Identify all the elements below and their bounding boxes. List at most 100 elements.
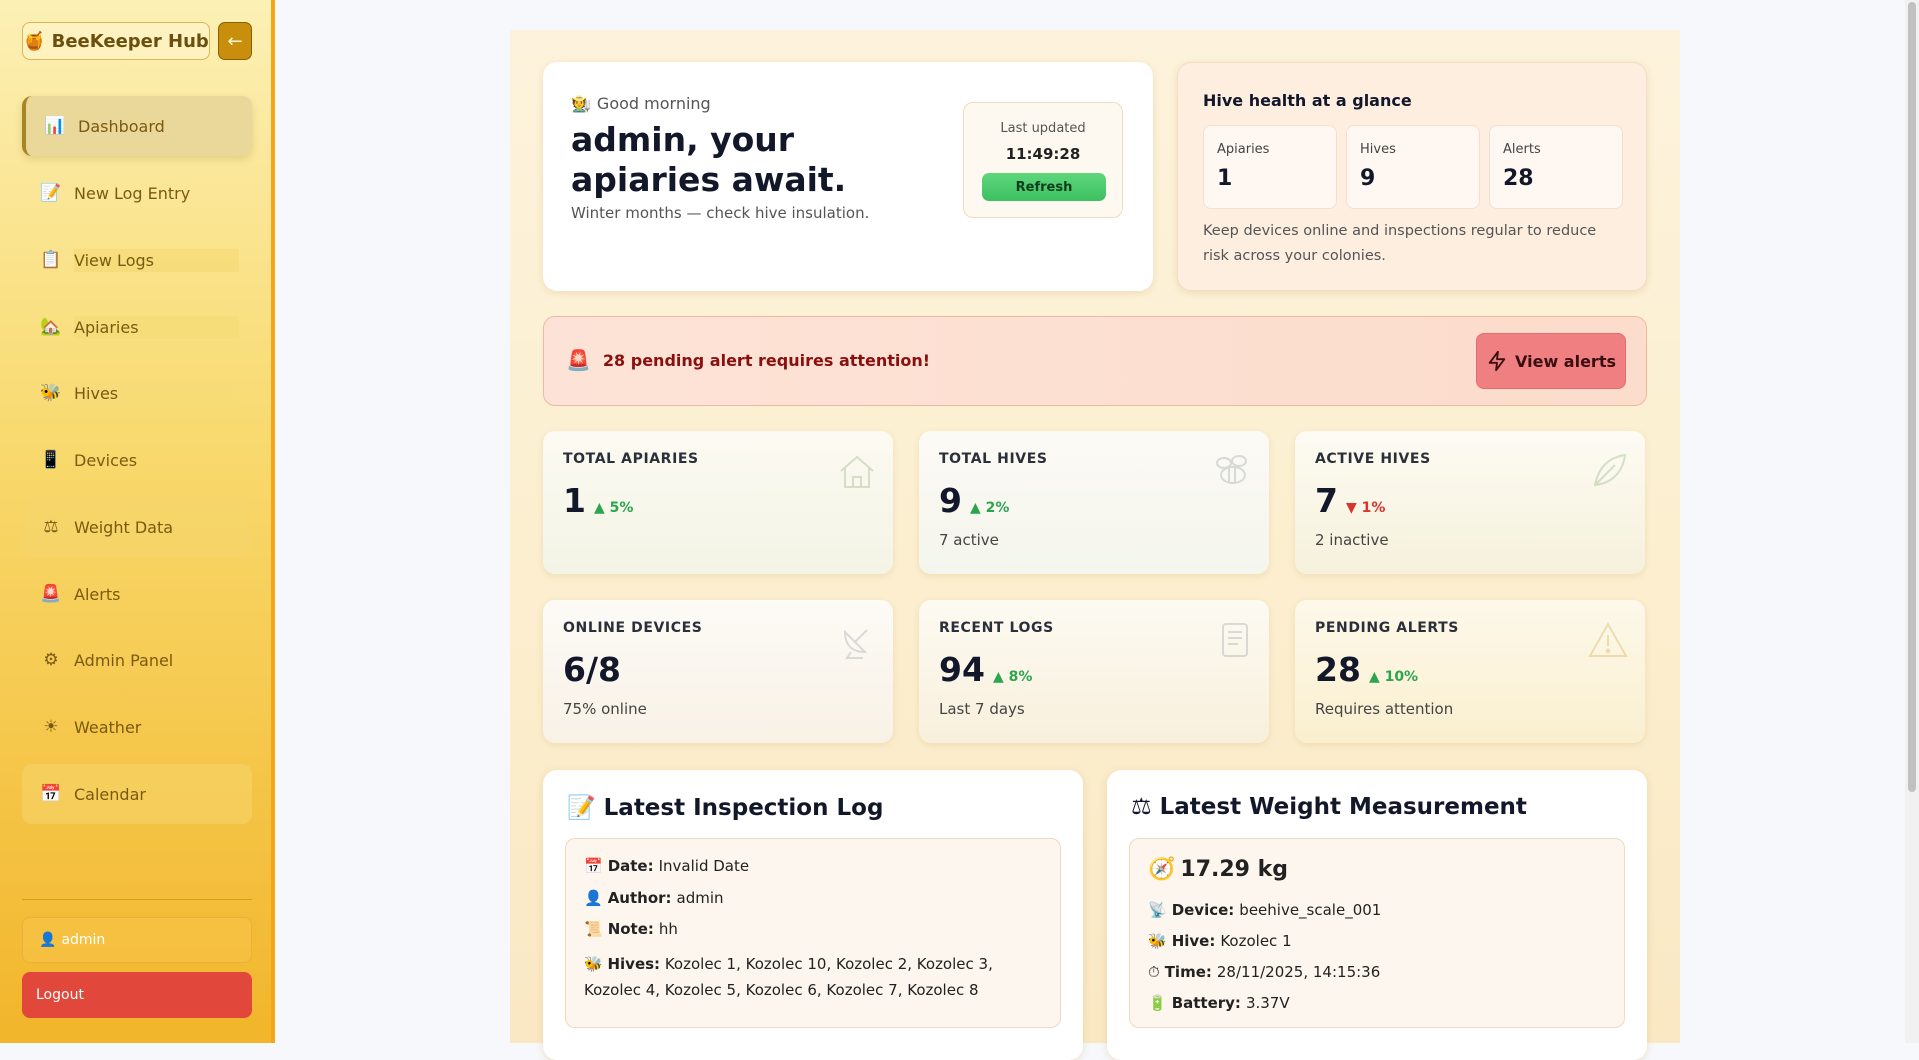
hive-health-text: Keep devices online and inspections regu…	[1203, 223, 1597, 264]
bee-icon: 🐝	[40, 383, 62, 403]
warning-icon	[1587, 620, 1629, 664]
stat-subtext: Requires attention	[1315, 700, 1454, 718]
collapse-sidebar-button[interactable]: ←	[218, 22, 252, 60]
inspection-details: 📅 Date: Invalid Date 👤 Author: admin 📜 N…	[565, 838, 1061, 1028]
hive-value: Kozolec 1	[1220, 932, 1292, 950]
bee-icon: 🐝	[1148, 932, 1167, 950]
refresh-button[interactable]: Refresh	[982, 173, 1106, 201]
sidebar-item-label: Calendar	[74, 784, 146, 804]
last-updated-box: Last updated 11:49:28 Refresh	[963, 102, 1123, 218]
note-value: hh	[658, 920, 678, 938]
stat-trend: ▲ 8%	[992, 669, 1033, 685]
stat-label: ACTIVE HIVES	[1315, 451, 1431, 467]
scrollbar-thumb[interactable]	[1908, 2, 1916, 792]
gear-icon: ⚙	[43, 650, 59, 670]
lightning-icon	[1488, 350, 1506, 372]
sidebar-item-label: Weather	[74, 717, 142, 737]
sidebar-item-label: Hives	[74, 381, 239, 405]
user-pill[interactable]: 👤 admin	[22, 917, 252, 963]
honey-pot-icon: 🍯	[23, 30, 46, 52]
hive-health-card: Hive health at a glance Apiaries 1 Hives…	[1177, 62, 1647, 291]
sidebar-item-view-logs[interactable]: 📋 View Logs	[22, 230, 252, 290]
scroll-icon	[1217, 620, 1253, 664]
sidebar-item-weight-data[interactable]: ⚖ Weight Data	[22, 497, 252, 557]
inspection-hives-row: 🐝 Hives: Kozolec 1, Kozolec 10, Kozolec …	[584, 951, 1054, 1003]
stat-subtext: 2 inactive	[1315, 531, 1389, 549]
scroll-icon: 📜	[584, 920, 603, 938]
stat-label: TOTAL HIVES	[939, 451, 1048, 467]
stat-trend: ▲ 10%	[1368, 669, 1419, 685]
sidebar-item-weather[interactable]: ☀ Weather	[22, 697, 252, 757]
greeting-card: 🧑‍🌾 Good morning admin, your apiaries aw…	[543, 62, 1153, 291]
weight-device-row: 📡 Device: beehive_scale_001	[1148, 901, 1381, 919]
stat-subtext: 75% online	[563, 700, 647, 718]
weight-value: 17.29 kg	[1180, 857, 1289, 882]
stat-card-active-hives: ACTIVE HIVES 7 ▼ 1% 2 inactive	[1295, 431, 1645, 574]
brand-name: BeeKeeper Hub	[51, 30, 209, 52]
user-icon: 👤	[39, 932, 57, 948]
greeting-title: admin, your apiaries await.	[571, 120, 847, 199]
sidebar-item-calendar[interactable]: 📅 Calendar	[22, 764, 252, 824]
stat-card-total-hives: TOTAL HIVES 9 ▲ 2% 7 active	[919, 431, 1269, 574]
seasonal-note: Winter months — check hive insulation.	[571, 204, 870, 222]
weight-battery-row: 🔋 Battery: 3.37V	[1148, 994, 1290, 1012]
last-updated-time: 11:49:28	[1005, 145, 1081, 163]
latest-inspection-card: 📝 Latest Inspection Log 📅 Date: Invalid …	[543, 770, 1083, 1060]
sidebar: 🍯 BeeKeeper Hub ← 📊 Dashboard 📝 New Log …	[0, 0, 275, 1043]
time-label: Time:	[1164, 963, 1212, 981]
sidebar-item-devices[interactable]: 📱 Devices	[22, 430, 252, 490]
brand-logo[interactable]: 🍯 BeeKeeper Hub	[22, 22, 210, 60]
mini-stat-label: Alerts	[1503, 142, 1541, 157]
logout-button[interactable]: Logout	[22, 972, 252, 1018]
battery-value: 3.37V	[1245, 994, 1290, 1012]
inspection-date-row: 📅 Date: Invalid Date	[584, 857, 749, 875]
sidebar-item-label: Admin Panel	[74, 650, 174, 670]
note-label: Note:	[607, 920, 654, 938]
inspection-note-row: 📜 Note: hh	[584, 920, 678, 938]
memo-icon: 📝	[567, 795, 596, 821]
device-value: beehive_scale_001	[1239, 901, 1382, 919]
sidebar-item-label: Weight Data	[74, 517, 174, 537]
view-alerts-button[interactable]: View alerts	[1476, 333, 1626, 389]
memo-icon: 📝	[40, 183, 62, 203]
weight-title: Latest Weight Measurement	[1159, 794, 1527, 820]
alert-message: 🚨 28 pending alert requires attention!	[566, 348, 930, 372]
mini-stat-label: Hives	[1360, 142, 1396, 157]
weight-time-row: ⏱ Time: 28/11/2025, 14:15:36	[1148, 963, 1380, 981]
clipboard-icon: 📋	[40, 250, 62, 270]
sidebar-item-label: New Log Entry	[74, 183, 191, 203]
battery-label: Battery:	[1171, 994, 1241, 1012]
satellite-dish-icon: 📡	[1148, 901, 1167, 919]
view-alerts-label: View alerts	[1515, 351, 1616, 371]
page-scrollbar[interactable]	[1905, 0, 1919, 1043]
sidebar-item-dashboard[interactable]: 📊 Dashboard	[22, 96, 252, 156]
calendar-icon: 📅	[584, 857, 603, 875]
house-icon	[837, 451, 877, 495]
sidebar-item-hives[interactable]: 🐝 Hives	[22, 363, 252, 423]
alert-text: 28 pending alert requires attention!	[602, 350, 931, 370]
mini-stat-apiaries: Apiaries 1	[1203, 125, 1337, 209]
hive-health-title: Hive health at a glance	[1203, 91, 1412, 110]
date-label: Date:	[607, 857, 654, 875]
stat-label: PENDING ALERTS	[1315, 620, 1459, 636]
bar-chart-icon: 📊	[44, 116, 66, 136]
sidebar-divider	[22, 899, 252, 900]
sidebar-item-apiaries[interactable]: 🏡 Apiaries	[22, 297, 252, 357]
bee-icon: 🐝	[584, 955, 603, 973]
username: admin	[61, 932, 106, 948]
sidebar-item-admin-panel[interactable]: ⚙ Admin Panel	[22, 630, 252, 690]
weight-title-row: ⚖ Latest Weight Measurement	[1131, 794, 1527, 820]
stat-value: 1	[563, 481, 586, 520]
house-icon: 🏡	[40, 317, 62, 337]
stat-value: 7	[1315, 481, 1338, 520]
sidebar-item-new-log-entry[interactable]: 📝 New Log Entry	[22, 163, 252, 223]
author-value: admin	[676, 889, 724, 907]
weight-hive-row: 🐝 Hive: Kozolec 1	[1148, 932, 1292, 950]
sidebar-item-label: Alerts	[74, 584, 121, 604]
weight-value-row: 🧭 17.29 kg	[1148, 857, 1288, 882]
phone-icon: 📱	[40, 450, 62, 470]
siren-icon: 🚨	[40, 584, 62, 604]
sidebar-item-alerts[interactable]: 🚨 Alerts	[22, 564, 252, 624]
author-label: Author:	[607, 889, 672, 907]
battery-icon: 🔋	[1148, 994, 1167, 1012]
